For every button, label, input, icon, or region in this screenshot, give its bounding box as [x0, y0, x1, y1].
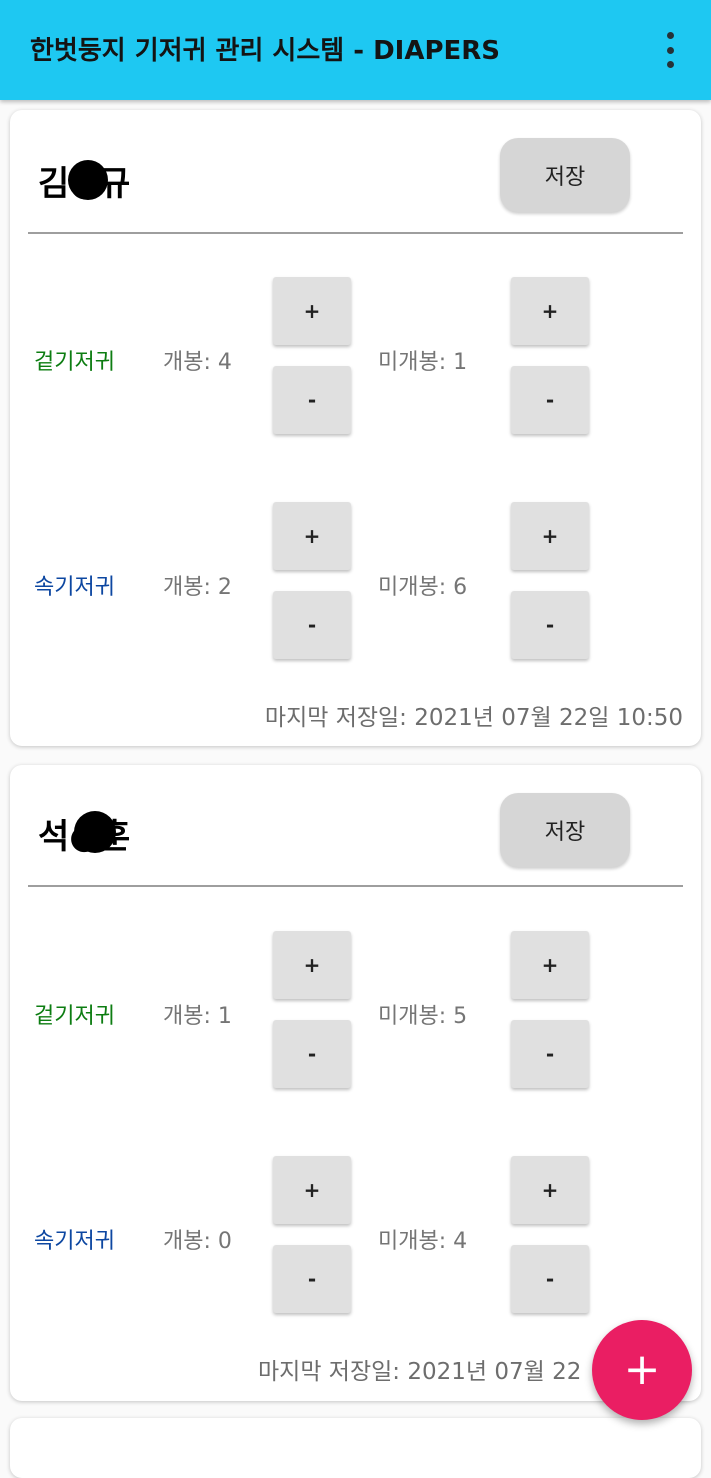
divider — [28, 232, 683, 234]
add-icon[interactable]: + — [592, 1320, 692, 1420]
unopened-decrement-button[interactable]: - — [511, 591, 589, 659]
resident-card-partial — [10, 1418, 701, 1478]
unopened-count: 미개봉: 4 — [378, 1229, 468, 1254]
divider — [28, 885, 683, 887]
opened-increment-button[interactable]: + — [273, 931, 351, 999]
last-saved-date: 마지막 저장일: 2021년 07월 22일 10:50 — [264, 705, 683, 731]
unopened-increment-button[interactable]: + — [511, 277, 589, 345]
unopened-increment-button[interactable]: + — [511, 1156, 589, 1224]
opened-increment-button[interactable]: + — [273, 502, 351, 570]
opened-increment-button[interactable]: + — [273, 277, 351, 345]
unopened-decrement-button[interactable]: - — [511, 1020, 589, 1088]
resident-card: 석●훈 저장 겉기저귀 개봉: 1 + - 미개봉: 5 + - 속기저귀 개봉… — [10, 765, 701, 1401]
opened-count: 개봉: 4 — [163, 350, 232, 375]
unopened-increment-button[interactable]: + — [511, 931, 589, 999]
opened-count: 개봉: 2 — [163, 575, 232, 600]
unopened-decrement-button[interactable]: - — [511, 366, 589, 434]
redaction-mark — [68, 160, 108, 200]
unopened-count: 미개봉: 1 — [378, 350, 468, 375]
opened-decrement-button[interactable]: - — [273, 591, 351, 659]
outer-diaper-label: 겉기저귀 — [34, 1004, 115, 1029]
redaction-mark — [74, 811, 116, 853]
opened-count: 개봉: 0 — [163, 1229, 232, 1254]
opened-decrement-button[interactable]: - — [273, 1020, 351, 1088]
opened-decrement-button[interactable]: - — [273, 366, 351, 434]
more-vert-icon[interactable] — [656, 30, 684, 70]
app-title: 한벗둥지 기저귀 관리 시스템 - DIAPERS — [30, 36, 501, 66]
app-bar: 한벗둥지 기저귀 관리 시스템 - DIAPERS — [0, 0, 711, 100]
save-button[interactable]: 저장 — [500, 138, 630, 212]
resident-card: 김●규 저장 겉기저귀 개봉: 4 + - 미개봉: 1 + - 속기저귀 개봉… — [10, 110, 701, 746]
unopened-count: 미개봉: 5 — [378, 1004, 468, 1029]
outer-diaper-label: 겉기저귀 — [34, 350, 115, 375]
last-saved-date: 마지막 저장일: 2021년 07월 22 — [258, 1359, 582, 1385]
inner-diaper-label: 속기저귀 — [34, 1229, 115, 1254]
unopened-increment-button[interactable]: + — [511, 502, 589, 570]
inner-diaper-label: 속기저귀 — [34, 575, 115, 600]
opened-decrement-button[interactable]: - — [273, 1245, 351, 1313]
unopened-count: 미개봉: 6 — [378, 575, 468, 600]
unopened-decrement-button[interactable]: - — [511, 1245, 589, 1313]
opened-increment-button[interactable]: + — [273, 1156, 351, 1224]
opened-count: 개봉: 1 — [163, 1004, 232, 1029]
save-button[interactable]: 저장 — [500, 793, 630, 867]
